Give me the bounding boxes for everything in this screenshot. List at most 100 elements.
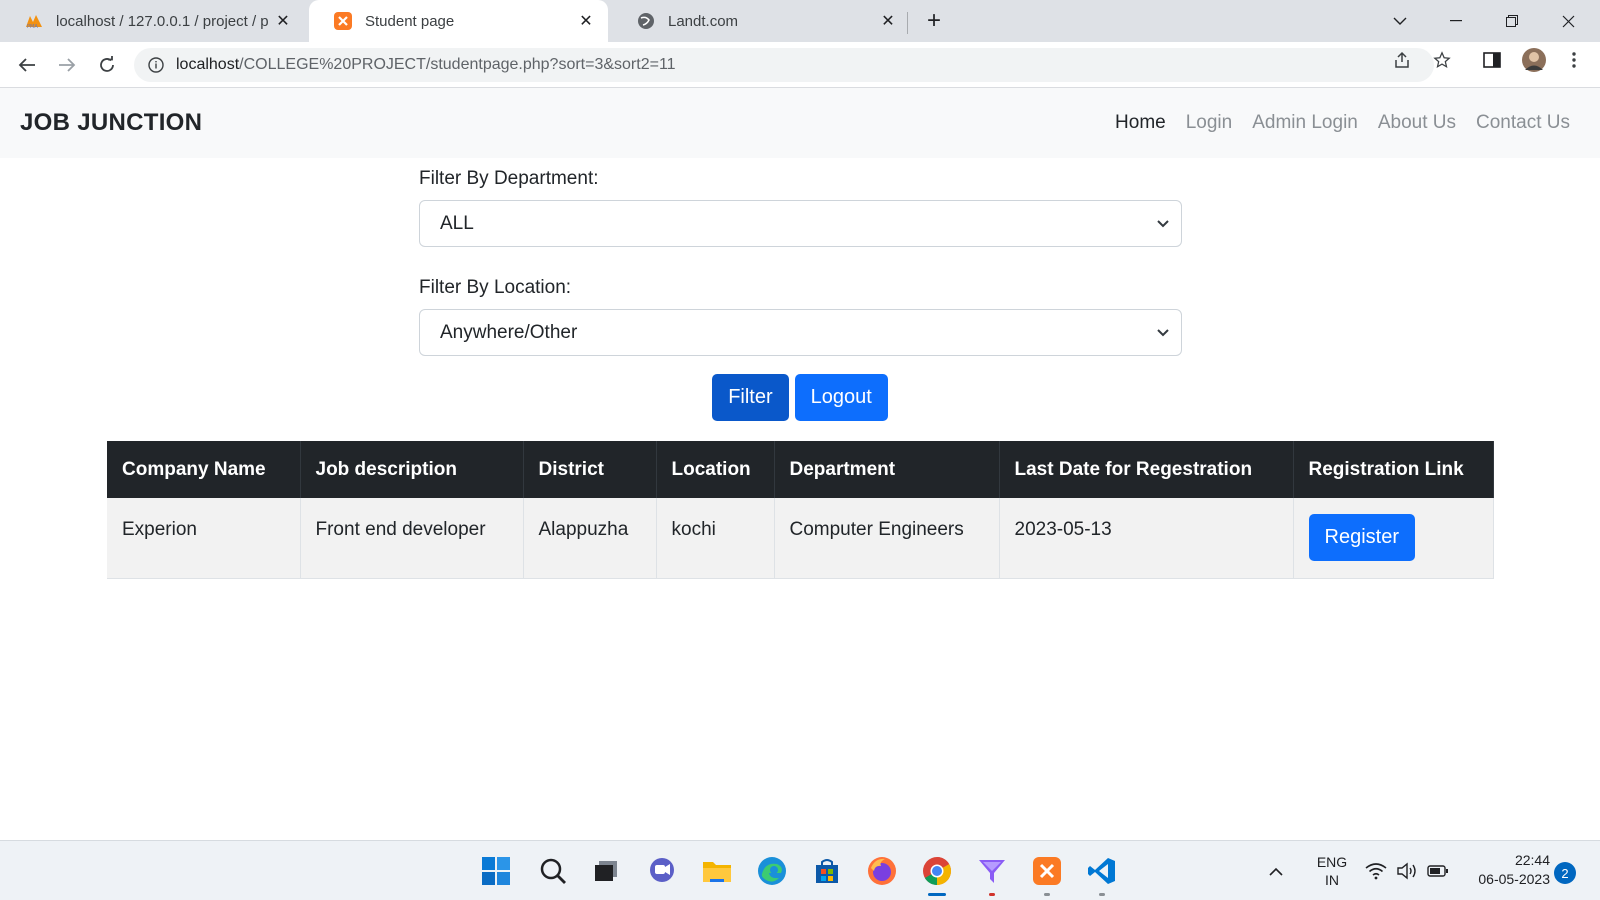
close-icon[interactable]: ✕ xyxy=(271,11,295,31)
url-text: localhost/COLLEGE%20PROJECT/studentpage.… xyxy=(176,56,676,74)
file-explorer-icon[interactable] xyxy=(699,853,735,889)
table-header-row: Company Name Job description District Lo… xyxy=(107,441,1494,498)
menu-kebab-icon[interactable] xyxy=(1563,49,1585,71)
xampp-icon[interactable] xyxy=(1029,853,1065,896)
battery-icon[interactable] xyxy=(1425,853,1451,889)
app-indicator xyxy=(1044,893,1050,896)
clock-time: 22:44 xyxy=(1514,852,1550,868)
bookmark-star-icon[interactable] xyxy=(1431,49,1453,71)
register-button[interactable]: Register xyxy=(1308,514,1415,561)
department-select[interactable]: ALL xyxy=(419,200,1182,247)
column-header-department: Department xyxy=(774,441,1000,498)
forward-button[interactable] xyxy=(52,50,82,80)
firefox-icon[interactable] xyxy=(864,853,900,889)
info-icon[interactable] xyxy=(146,55,166,75)
task-view-icon[interactable] xyxy=(588,853,624,889)
teams-chat-icon[interactable] xyxy=(644,853,680,889)
volume-icon[interactable] xyxy=(1394,853,1420,889)
tab-title: Landt.com xyxy=(668,12,739,30)
active-app-indicator xyxy=(928,893,946,896)
tab-separator xyxy=(907,12,908,34)
filter-actions: Filter Logout xyxy=(0,374,1600,421)
column-header-last-date: Last Date for Regestration xyxy=(999,441,1294,498)
table-row: Experion Front end developer Alappuzha k… xyxy=(107,498,1494,579)
url-path: /COLLEGE%20PROJECT/studentpage.php?sort=… xyxy=(239,56,676,73)
restore-button[interactable] xyxy=(1484,0,1540,42)
search-icon[interactable] xyxy=(535,853,571,889)
location-select-value: Anywhere/Other xyxy=(440,321,578,343)
column-header-location: Location xyxy=(656,441,775,498)
column-header-district: District xyxy=(523,441,657,498)
nav-link-contact-us[interactable]: Contact Us xyxy=(1476,112,1570,134)
windows-taskbar: ENG IN 22:44 06-05-2023 2 xyxy=(0,840,1600,900)
department-select-value: ALL xyxy=(440,212,474,234)
brand-logo[interactable]: JOB JUNCTION xyxy=(20,109,202,137)
browser-tab-bar: PMA localhost / 127.0.0.1 / project / p … xyxy=(0,0,1600,42)
globe-icon xyxy=(636,11,656,31)
filter-form: Filter By Department: ALL Filter By Loca… xyxy=(419,158,1182,356)
windows-start-icon[interactable] xyxy=(478,853,514,889)
site-navbar: JOB JUNCTION Home Login Admin Login Abou… xyxy=(0,88,1600,158)
clock-date: 06-05-2023 xyxy=(1478,871,1550,887)
tab-phpmyadmin[interactable]: PMA localhost / 127.0.0.1 / project / p … xyxy=(0,0,305,42)
filter-button[interactable]: Filter xyxy=(712,374,789,421)
phpmyadmin-icon: PMA xyxy=(24,11,44,31)
profile-avatar[interactable] xyxy=(1520,46,1548,74)
cell-company: Experion xyxy=(107,498,301,579)
edge-browser-icon[interactable] xyxy=(754,853,790,889)
nav-links: Home Login Admin Login About Us Contact … xyxy=(1095,88,1570,158)
minimize-button[interactable] xyxy=(1428,0,1484,42)
nav-link-admin-login[interactable]: Admin Login xyxy=(1252,112,1358,134)
chevron-down-icon xyxy=(1155,324,1171,340)
share-icon[interactable] xyxy=(1391,49,1413,71)
region-code: IN xyxy=(1325,872,1339,888)
filezilla-icon[interactable] xyxy=(974,853,1010,896)
reload-button[interactable] xyxy=(92,50,122,80)
chevron-up-icon[interactable] xyxy=(1264,853,1288,889)
close-icon[interactable]: ✕ xyxy=(574,11,598,31)
column-header-registration-link: Registration Link xyxy=(1293,441,1494,498)
cell-location: kochi xyxy=(656,498,775,579)
column-header-description: Job description xyxy=(300,441,524,498)
back-button[interactable] xyxy=(12,50,42,80)
language-indicator[interactable]: ENG IN xyxy=(1312,853,1352,889)
close-icon[interactable]: ✕ xyxy=(876,11,900,31)
notification-badge[interactable]: 2 xyxy=(1554,862,1576,884)
url-field[interactable]: localhost/COLLEGE%20PROJECT/studentpage.… xyxy=(134,48,1434,82)
close-window-button[interactable] xyxy=(1540,0,1596,42)
app-indicator xyxy=(989,893,995,896)
cell-district: Alappuzha xyxy=(523,498,657,579)
xampp-icon xyxy=(333,11,353,31)
chrome-icon[interactable] xyxy=(919,853,955,896)
nav-link-login[interactable]: Login xyxy=(1186,112,1233,134)
tab-search-icon[interactable] xyxy=(1372,0,1428,42)
cell-last-date: 2023-05-13 xyxy=(999,498,1294,579)
new-tab-button[interactable]: + xyxy=(920,8,948,36)
tab-landt[interactable]: Landt.com ✕ xyxy=(612,0,910,42)
cell-description: Front end developer xyxy=(300,498,524,579)
chevron-down-icon xyxy=(1155,215,1171,231)
column-header-company: Company Name xyxy=(107,441,301,498)
nav-link-about-us[interactable]: About Us xyxy=(1378,112,1456,134)
location-filter-label: Filter By Location: xyxy=(419,277,572,298)
department-filter-label: Filter By Department: xyxy=(419,168,599,189)
system-clock[interactable]: 22:44 06-05-2023 xyxy=(1460,851,1550,889)
tab-title: Student page xyxy=(365,12,455,30)
wifi-icon[interactable] xyxy=(1363,853,1389,889)
side-panel-icon[interactable] xyxy=(1481,49,1503,71)
vscode-icon[interactable] xyxy=(1084,853,1120,896)
nav-link-home[interactable]: Home xyxy=(1115,112,1166,134)
tab-title: localhost / 127.0.0.1 / project / p xyxy=(56,12,269,30)
language-code: ENG xyxy=(1316,854,1348,870)
tab-student-page[interactable]: Student page ✕ xyxy=(309,0,608,42)
svg-text:PMA: PMA xyxy=(27,24,38,29)
address-bar: localhost/COLLEGE%20PROJECT/studentpage.… xyxy=(0,42,1600,88)
microsoft-store-icon[interactable] xyxy=(809,853,845,889)
app-indicator xyxy=(1099,893,1105,896)
jobs-table: Company Name Job description District Lo… xyxy=(107,441,1494,579)
cell-registration-link: Register xyxy=(1293,498,1494,579)
url-host: localhost xyxy=(176,56,240,73)
cell-department: Computer Engineers xyxy=(774,498,1000,579)
logout-button[interactable]: Logout xyxy=(794,374,888,421)
location-select[interactable]: Anywhere/Other xyxy=(419,309,1182,356)
